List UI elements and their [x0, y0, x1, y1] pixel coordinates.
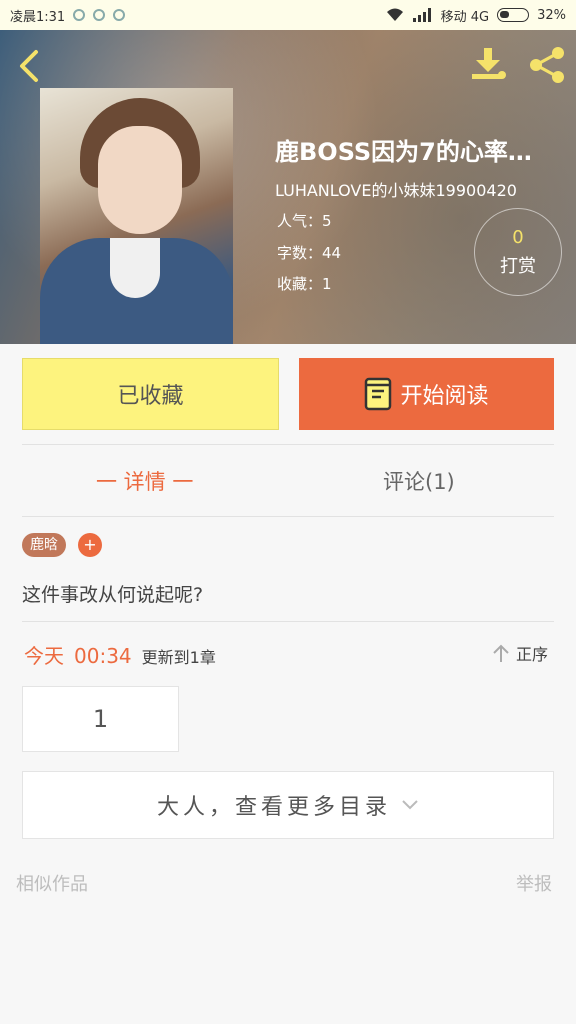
tab-detail[interactable]: 一 详情 一 [96, 466, 193, 496]
book-cover-image[interactable] [40, 88, 233, 344]
divider [22, 621, 554, 622]
wifi-icon [386, 8, 403, 21]
sort-order-label: 正序 [516, 645, 549, 664]
back-button[interactable] [14, 46, 44, 86]
update-time: 00:34 [74, 644, 132, 668]
similar-works-label: 相似作品 [16, 874, 88, 895]
tab-comments[interactable]: 评论(1) [383, 466, 455, 496]
book-header: 鹿BOSS因为7的心率… LUHANLOVE的小妹妹19900420 人气：5 … [0, 30, 576, 344]
report-link[interactable]: 举报 [516, 870, 552, 896]
book-author[interactable]: LUHANLOVE的小妹妹19900420 [275, 177, 517, 201]
view-more-catalog-button[interactable]: 大人，查看更多目录 [22, 771, 554, 839]
word-count-stat: 字数：44 [277, 244, 342, 262]
divider [22, 444, 554, 445]
download-icon [472, 48, 506, 79]
reward-count: 0 [512, 226, 524, 248]
arrow-up-icon [493, 644, 509, 662]
popularity-stat: 人气：5 [277, 212, 332, 230]
update-info: 今天 00:34 更新到1章 [24, 640, 216, 669]
favorites-stat: 收藏：1 [277, 275, 332, 293]
chevron-down-icon [402, 800, 418, 810]
share-icon [530, 47, 564, 83]
start-reading-button[interactable]: 开始阅读 [299, 358, 554, 430]
battery-icon [497, 8, 530, 22]
status-time: 凌晨1:31 [10, 9, 66, 25]
start-reading-label: 开始阅读 [400, 384, 489, 409]
notification-icon [73, 9, 86, 21]
update-text: 更新到1章 [141, 648, 216, 667]
chapter-item[interactable]: 1 [22, 686, 179, 752]
carrier-label: 移动 4G [440, 9, 490, 25]
book-title: 鹿BOSS因为7的心率… [275, 138, 532, 166]
reward-button[interactable]: 0 打赏 [474, 208, 562, 296]
notification-icon [113, 9, 126, 21]
signal-icon [412, 8, 431, 22]
reward-label: 打赏 [500, 255, 536, 277]
add-tag-button[interactable]: + [78, 533, 102, 557]
update-day: 今天 [24, 644, 64, 668]
notification-icon [93, 9, 106, 21]
book-intro: 这件事改从何说起呢? [22, 584, 204, 606]
battery-level: 32% [537, 7, 566, 23]
tag-chip[interactable]: 鹿晗 [22, 533, 66, 557]
divider [22, 516, 554, 517]
share-button[interactable] [526, 44, 568, 86]
chapter-number: 1 [92, 705, 109, 733]
book-icon [365, 377, 392, 411]
status-bar: 凌晨1:31 移动 4G 32% [0, 0, 576, 30]
download-button[interactable] [468, 44, 508, 84]
back-arrow-icon [20, 50, 38, 82]
collected-label: 已收藏 [117, 384, 184, 409]
sort-order-button[interactable]: 正序 [492, 641, 548, 665]
collected-button[interactable]: 已收藏 [22, 358, 279, 430]
more-catalog-label: 大人，查看更多目录 [156, 795, 391, 820]
